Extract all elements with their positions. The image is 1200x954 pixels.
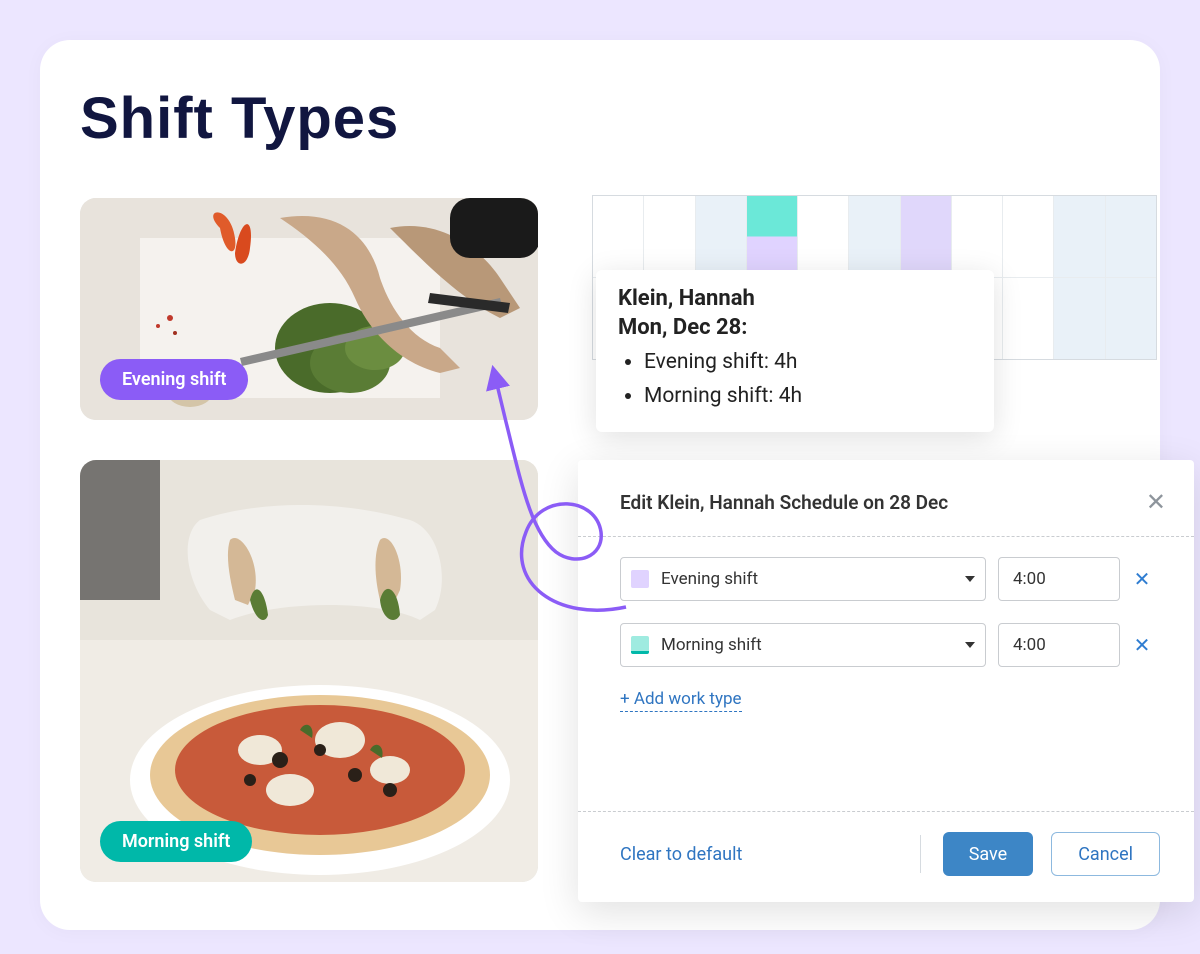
dialog-title: Edit Klein, Hannah Schedule on 28 Dec: [620, 491, 948, 514]
swatch-icon: [631, 570, 649, 588]
save-button[interactable]: Save: [943, 832, 1034, 876]
remove-row-icon[interactable]: ✕: [1132, 633, 1152, 657]
evening-shift-card: Evening shift: [80, 198, 538, 420]
popover-item: Evening shift: 4h: [644, 346, 972, 380]
shift-time-input[interactable]: 4:00: [998, 623, 1120, 667]
morning-shift-card: Morning shift: [80, 460, 538, 882]
shift-type-label: Morning shift: [661, 635, 965, 655]
shift-type-select[interactable]: Evening shift: [620, 557, 986, 601]
swatch-icon: [631, 636, 649, 654]
divider: [920, 835, 921, 873]
evening-shift-badge: Evening shift: [100, 359, 248, 400]
popover-item: Morning shift: 4h: [644, 380, 972, 414]
morning-photo: [80, 460, 538, 882]
popover-date: Mon, Dec 28:: [618, 315, 972, 340]
clear-to-default-link[interactable]: Clear to default: [620, 844, 742, 865]
popover-name: Klein, Hannah: [618, 286, 972, 311]
edit-schedule-dialog: Edit Klein, Hannah Schedule on 28 Dec ✕ …: [578, 460, 1194, 902]
close-icon[interactable]: ✕: [1146, 490, 1166, 514]
shift-row: Evening shift 4:00 ✕: [620, 557, 1152, 601]
chevron-down-icon: [965, 576, 975, 582]
add-work-type-link[interactable]: + Add work type: [620, 689, 742, 712]
shift-row: Morning shift 4:00 ✕: [620, 623, 1152, 667]
chevron-down-icon: [965, 642, 975, 648]
shift-type-select[interactable]: Morning shift: [620, 623, 986, 667]
shift-time-input[interactable]: 4:00: [998, 557, 1120, 601]
cancel-button[interactable]: Cancel: [1051, 832, 1160, 876]
page-title: Shift Types: [80, 85, 399, 152]
shift-type-label: Evening shift: [661, 569, 965, 589]
main-card: Shift Types Evening shift: [40, 40, 1160, 930]
remove-row-icon[interactable]: ✕: [1132, 567, 1152, 591]
shift-summary-popover: Klein, Hannah Mon, Dec 28: Evening shift…: [596, 270, 994, 432]
morning-shift-badge: Morning shift: [100, 821, 252, 862]
